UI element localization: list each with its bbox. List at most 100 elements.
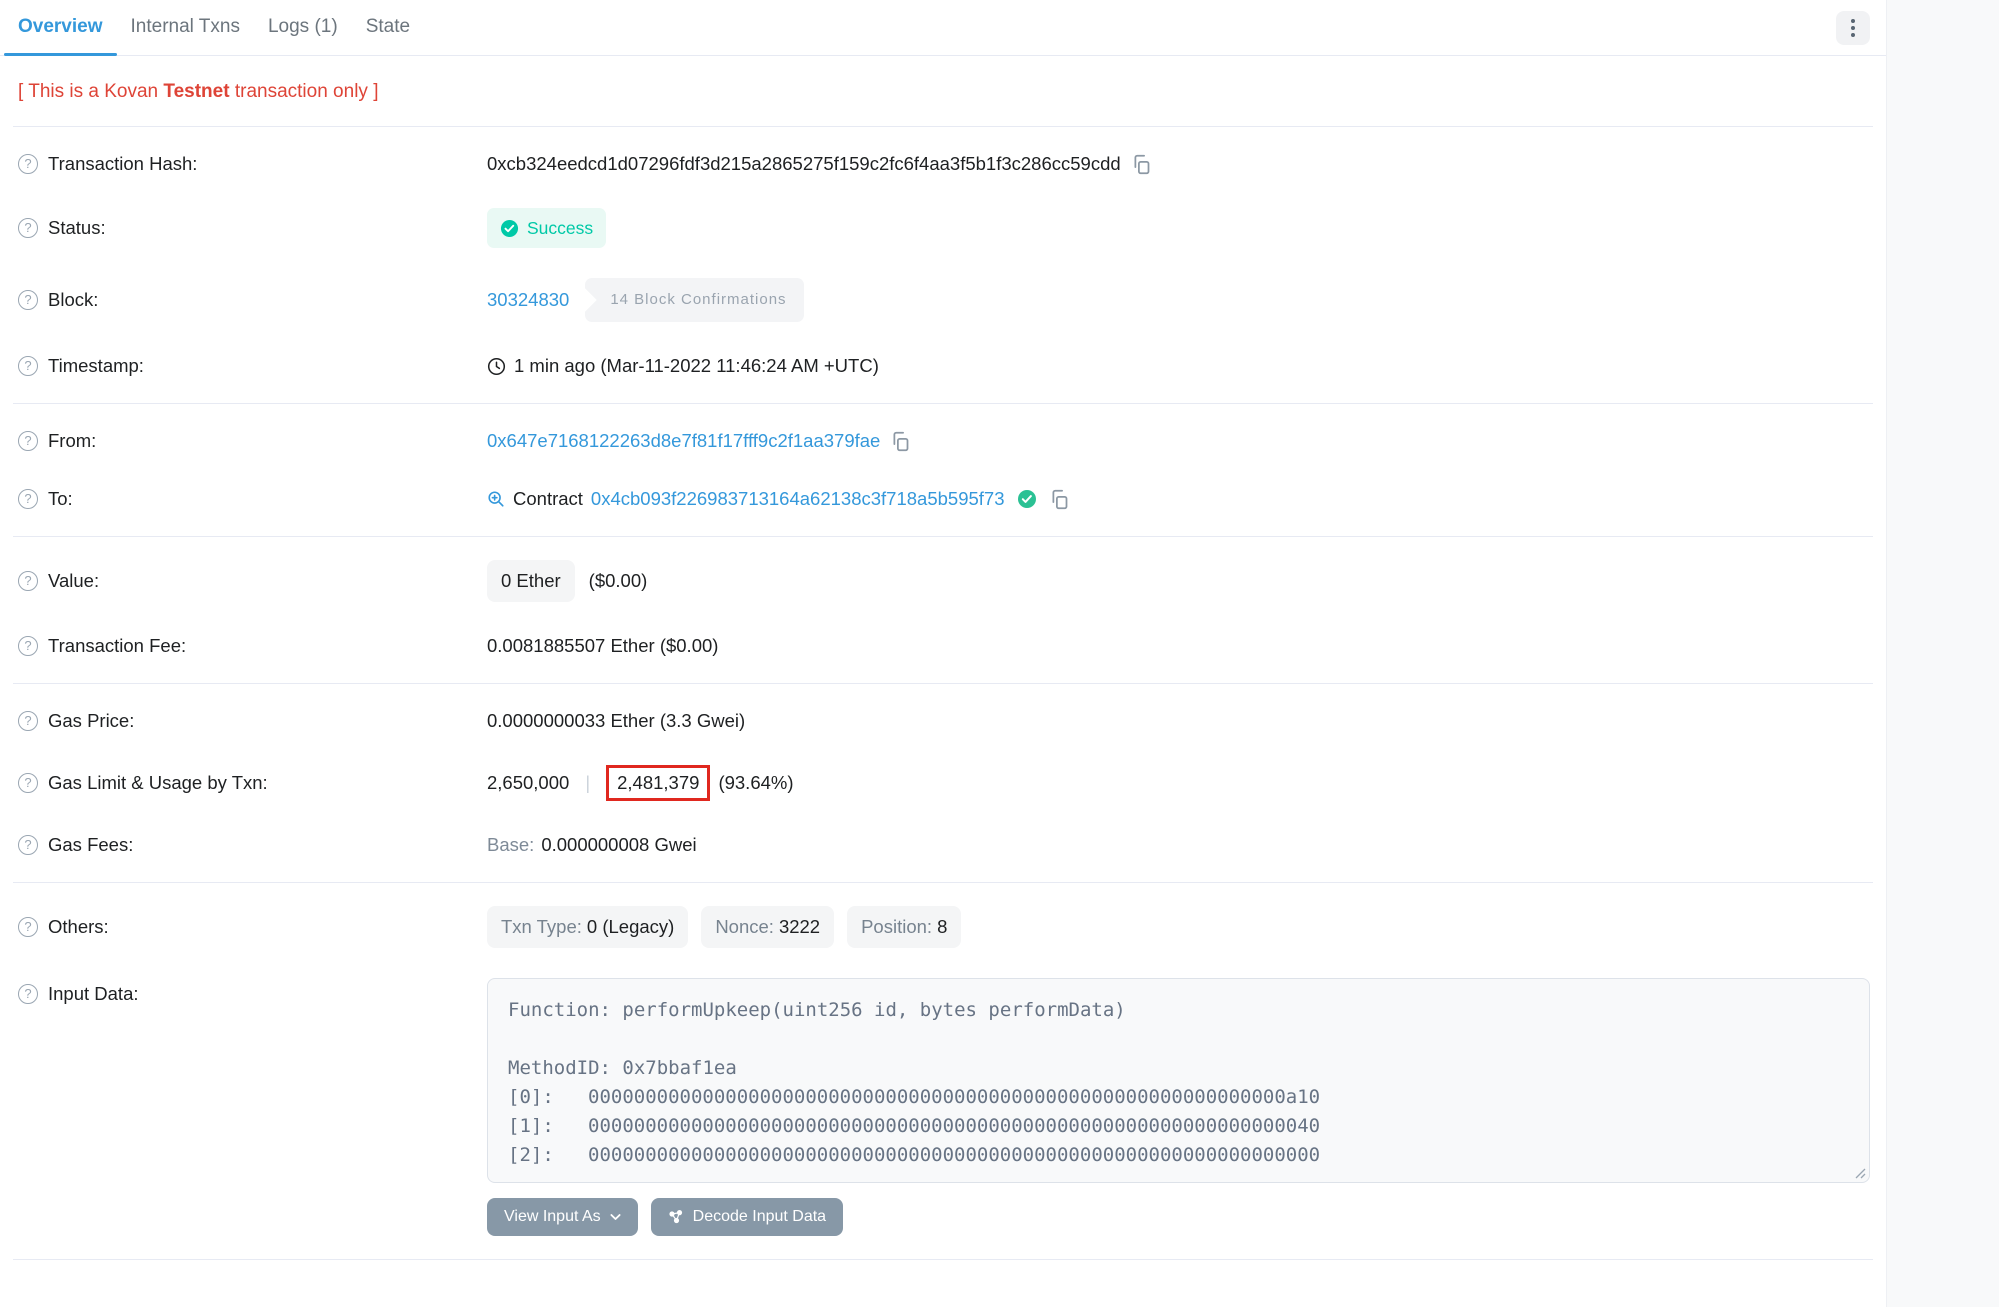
row-status: ? Status: Success: [0, 193, 1886, 263]
txn-type-pill: Txn Type:0 (Legacy): [487, 906, 688, 948]
row-to: ? To: Contract 0x4cb093f226983713164a621…: [0, 470, 1886, 528]
kebab-icon: [1851, 19, 1855, 23]
copy-icon[interactable]: [1049, 489, 1070, 510]
input-methodid-line: MethodID: 0x7bbaf1ea: [508, 1054, 1849, 1083]
transaction-details-card: Overview Internal Txns Logs (1) State [ …: [0, 0, 1886, 1286]
help-icon[interactable]: ?: [18, 711, 38, 731]
copy-icon[interactable]: [890, 431, 911, 452]
help-icon[interactable]: ?: [18, 154, 38, 174]
transaction-hash-label: Transaction Hash:: [48, 150, 197, 178]
zoom-contract-icon[interactable]: [487, 490, 505, 508]
help-icon[interactable]: ?: [18, 773, 38, 793]
tab-state[interactable]: State: [352, 0, 424, 55]
row-transaction-fee: ? Transaction Fee: 0.0081885507 Ether ($…: [0, 617, 1886, 675]
help-icon[interactable]: ?: [18, 636, 38, 656]
status-badge: Success: [487, 208, 606, 248]
timestamp-label: Timestamp:: [48, 352, 144, 380]
view-input-as-button[interactable]: View Input As: [487, 1198, 638, 1236]
position-value: 8: [937, 916, 947, 937]
to-address-link[interactable]: 0x4cb093f226983713164a62138c3f718a5b595f…: [591, 485, 1005, 513]
tab-overview[interactable]: Overview: [4, 0, 117, 55]
tab-logs[interactable]: Logs (1): [254, 0, 352, 55]
more-options-button[interactable]: [1836, 11, 1870, 45]
check-circle-icon: [500, 219, 519, 238]
section-value: ? Value: 0 Ether ($0.00) ? Transaction F…: [0, 537, 1886, 683]
page-background-strip: [1886, 0, 1999, 1307]
help-icon[interactable]: ?: [18, 218, 38, 238]
input-param-1: [1]: 00000000000000000000000000000000000…: [508, 1112, 1849, 1141]
chevron-down-icon: [610, 1213, 621, 1221]
row-input-data: ? Input Data: Function: performUpkeep(ui…: [0, 963, 1886, 1251]
position-key: Position:: [861, 916, 932, 937]
help-icon[interactable]: ?: [18, 356, 38, 376]
from-address-link[interactable]: 0x647e7168122263d8e7f81f17fff9c2f1aa379f…: [487, 427, 880, 455]
section-parties: ? From: 0x647e7168122263d8e7f81f17fff9c2…: [0, 404, 1886, 536]
input-param-0: [0]: 00000000000000000000000000000000000…: [508, 1083, 1849, 1112]
row-gas-limit-usage: ? Gas Limit & Usage by Txn: 2,650,000 | …: [0, 750, 1886, 816]
copy-icon[interactable]: [1131, 154, 1152, 175]
decode-input-data-button[interactable]: Decode Input Data: [651, 1198, 843, 1236]
row-value: ? Value: 0 Ether ($0.00): [0, 545, 1886, 617]
row-gas-fees: ? Gas Fees: Base: 0.000000008 Gwei: [0, 816, 1886, 874]
section-summary: ? Transaction Hash: 0xcb324eedcd1d07296f…: [0, 127, 1886, 403]
tab-internal-txns[interactable]: Internal Txns: [117, 0, 254, 55]
to-label: To:: [48, 485, 73, 513]
gas-used-percent: (93.64%): [718, 769, 793, 797]
pipe-separator: |: [585, 769, 590, 797]
row-transaction-hash: ? Transaction Hash: 0xcb324eedcd1d07296f…: [0, 135, 1886, 193]
clock-icon: [487, 357, 506, 376]
resize-handle[interactable]: [1854, 1167, 1866, 1179]
row-timestamp: ? Timestamp: 1 min ago (Mar-11-2022 11:4…: [0, 337, 1886, 395]
input-data-box[interactable]: Function: performUpkeep(uint256 id, byte…: [487, 978, 1870, 1183]
to-contract-word: Contract: [513, 485, 583, 513]
help-icon[interactable]: ?: [18, 290, 38, 310]
section-others: ? Others: Txn Type:0 (Legacy) Nonce:3222…: [0, 883, 1886, 1259]
position-pill: Position:8: [847, 906, 961, 948]
testnet-notice: [ This is a Kovan Testnet transaction on…: [0, 56, 1886, 126]
row-block: ? Block: 30324830 14 Block Confirmations: [0, 263, 1886, 337]
others-label: Others:: [48, 913, 109, 941]
section-gas: ? Gas Price: 0.0000000033 Ether (3.3 Gwe…: [0, 684, 1886, 882]
notice-suffix: transaction only ]: [230, 81, 379, 102]
help-icon[interactable]: ?: [18, 984, 38, 1004]
gas-limit-value: 2,650,000: [487, 769, 569, 797]
value-usd: ($0.00): [589, 567, 648, 595]
transaction-fee-value: 0.0081885507 Ether ($0.00): [487, 632, 718, 660]
nonce-pill: Nonce:3222: [701, 906, 834, 948]
help-icon[interactable]: ?: [18, 835, 38, 855]
help-icon[interactable]: ?: [18, 917, 38, 937]
gas-used-highlight-box: 2,481,379: [606, 765, 710, 801]
transaction-hash-value: 0xcb324eedcd1d07296fdf3d215a2865275f159c…: [487, 150, 1121, 178]
txn-type-key: Txn Type:: [501, 916, 582, 937]
notice-prefix: [ This is a Kovan: [18, 81, 163, 102]
help-icon[interactable]: ?: [18, 489, 38, 509]
block-label: Block:: [48, 286, 98, 314]
tab-bar: Overview Internal Txns Logs (1) State: [0, 0, 1886, 56]
status-value: Success: [527, 214, 593, 242]
help-icon[interactable]: ?: [18, 431, 38, 451]
tabs: Overview Internal Txns Logs (1) State: [4, 0, 424, 55]
gas-used-value: 2,481,379: [617, 772, 699, 793]
ether-value-badge: 0 Ether: [487, 560, 575, 602]
nonce-value: 3222: [779, 916, 820, 937]
gas-limit-label: Gas Limit & Usage by Txn:: [48, 769, 268, 797]
help-icon[interactable]: ?: [18, 571, 38, 591]
decode-icon: [668, 1209, 684, 1225]
row-gas-price: ? Gas Price: 0.0000000033 Ether (3.3 Gwe…: [0, 692, 1886, 750]
from-label: From:: [48, 427, 96, 455]
input-function-line: Function: performUpkeep(uint256 id, byte…: [508, 996, 1849, 1025]
gas-price-value: 0.0000000033 Ether (3.3 Gwei): [487, 707, 745, 735]
input-data-label: Input Data:: [48, 980, 139, 1008]
notice-bold: Testnet: [163, 81, 229, 102]
verified-check-icon: [1017, 489, 1037, 509]
row-others: ? Others: Txn Type:0 (Legacy) Nonce:3222…: [0, 891, 1886, 963]
row-from: ? From: 0x647e7168122263d8e7f81f17fff9c2…: [0, 412, 1886, 470]
block-number-link[interactable]: 30324830: [487, 286, 569, 314]
block-confirmations-badge: 14 Block Confirmations: [585, 278, 803, 322]
txn-type-value: 0 (Legacy): [587, 916, 674, 937]
input-param-2: [2]: 00000000000000000000000000000000000…: [508, 1141, 1849, 1170]
status-label: Status:: [48, 214, 106, 242]
gas-price-label: Gas Price:: [48, 707, 134, 735]
gas-fees-base-label: Base:: [487, 831, 534, 859]
transaction-fee-label: Transaction Fee:: [48, 632, 186, 660]
